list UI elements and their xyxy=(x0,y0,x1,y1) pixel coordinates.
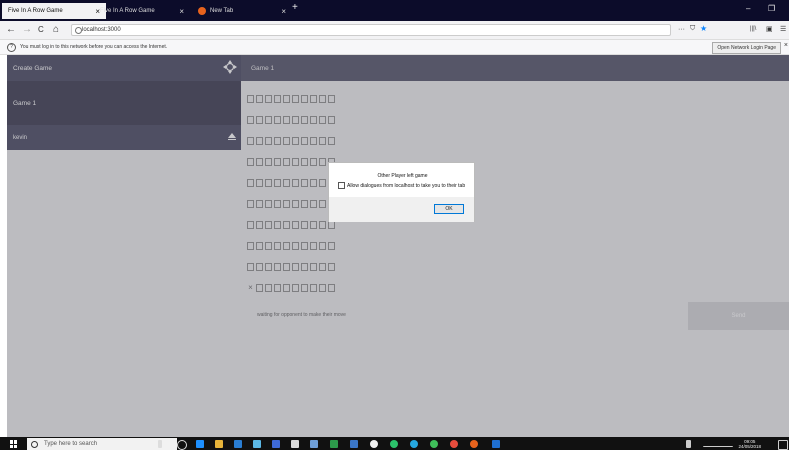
open-network-login-button[interactable]: Open Network Login Page xyxy=(712,42,781,54)
clock[interactable]: 09:05 24/05/2018 xyxy=(738,439,761,449)
allow-dialogues-checkbox[interactable]: Allow dialogues from localhost to take y… xyxy=(338,182,465,189)
app-icon-10[interactable] xyxy=(350,440,358,448)
tab-new-tab[interactable]: New Tab × xyxy=(192,3,292,19)
browser-tab-bar: Five In A Row Game × Five In A Row Game … xyxy=(0,0,789,21)
app-icon-7[interactable] xyxy=(291,440,299,448)
firefox-icon xyxy=(198,7,206,15)
question-icon: ? xyxy=(7,42,16,52)
task-view-icon[interactable] xyxy=(177,440,187,450)
tab-close-icon[interactable]: × xyxy=(281,7,286,16)
modal-overlay xyxy=(7,55,789,437)
reload-icon[interactable]: C xyxy=(38,25,44,34)
alert-dialog: Other Player left game Allow dialogues f… xyxy=(328,162,475,222)
clock-date: 24/05/2018 xyxy=(738,444,761,449)
infobar-close-icon[interactable]: × xyxy=(784,42,788,49)
app-icon-5[interactable] xyxy=(253,440,261,448)
app-icon-13[interactable] xyxy=(410,440,418,448)
sidebar-icon[interactable]: ▣ xyxy=(766,25,773,33)
checkbox-label: Allow dialogues from localhost to take y… xyxy=(347,182,466,189)
app-icon-8[interactable] xyxy=(310,440,318,448)
tab-label: Five In A Row Game xyxy=(8,8,63,14)
minimize-icon[interactable]: – xyxy=(746,4,750,13)
edge-icon[interactable] xyxy=(196,440,204,448)
app-icon-12[interactable] xyxy=(390,440,398,448)
tab-label: New Tab xyxy=(210,8,234,14)
infobar-message: You must log in to this network before y… xyxy=(20,44,168,50)
dialog-footer: OK xyxy=(329,197,474,222)
system-tray-icons[interactable] xyxy=(703,440,733,447)
tab-close-icon[interactable]: × xyxy=(179,7,184,16)
store-icon[interactable] xyxy=(234,440,242,448)
tab-five-in-a-row-1[interactable]: Five In A Row Game × xyxy=(2,3,106,19)
site-info-icon[interactable] xyxy=(75,26,82,34)
people-icon[interactable] xyxy=(686,440,691,448)
tab-label: Five In A Row Game xyxy=(100,8,155,14)
browser-nav-bar: ← → C ⌂ localhost:3000 ··· ⛉ ★ |||\ ▣ ☰ xyxy=(0,21,789,40)
firefox-taskbar-icon[interactable] xyxy=(470,440,478,448)
app-icon-6[interactable] xyxy=(272,440,280,448)
app-icon-11[interactable] xyxy=(370,440,378,448)
notifications-icon[interactable] xyxy=(778,440,788,450)
windows-start-icon[interactable] xyxy=(10,440,18,448)
library-icon[interactable]: |||\ xyxy=(750,26,756,32)
windows-taskbar: Type here to search 09:05 24/05/2018 xyxy=(0,437,789,450)
home-icon[interactable]: ⌂ xyxy=(53,24,59,35)
pocket-icon[interactable]: ⛉ xyxy=(690,25,695,33)
app-icon-14[interactable] xyxy=(430,440,438,448)
new-tab-button[interactable]: + xyxy=(292,2,298,13)
chrome-icon[interactable] xyxy=(450,440,458,448)
search-placeholder: Type here to search xyxy=(44,441,98,447)
forward-arrow-icon[interactable]: → xyxy=(22,24,32,35)
tab-five-in-a-row-2[interactable]: Five In A Row Game × xyxy=(94,3,190,19)
address-bar[interactable]: localhost:3000 xyxy=(71,24,671,36)
ok-button[interactable]: OK xyxy=(434,204,464,214)
taskbar-search-input[interactable]: Type here to search xyxy=(27,438,177,450)
network-login-infobar: ? You must log in to this network before… xyxy=(0,40,789,55)
checkbox-box[interactable] xyxy=(338,182,345,189)
cortana-icon xyxy=(31,440,38,448)
url-text: localhost:3000 xyxy=(82,27,121,33)
back-arrow-icon[interactable]: ← xyxy=(6,24,16,35)
page-actions-icon[interactable]: ··· xyxy=(678,26,685,33)
app-icon-17[interactable] xyxy=(492,440,500,448)
file-explorer-icon[interactable] xyxy=(215,440,223,448)
menu-icon[interactable]: ☰ xyxy=(780,25,786,33)
bookmark-star-icon[interactable]: ★ xyxy=(700,24,707,33)
dialog-message: Other Player left game xyxy=(377,173,428,179)
restore-icon[interactable]: ❐ xyxy=(768,4,775,13)
app-icon-9[interactable] xyxy=(330,440,338,448)
microphone-icon[interactable] xyxy=(158,440,162,448)
